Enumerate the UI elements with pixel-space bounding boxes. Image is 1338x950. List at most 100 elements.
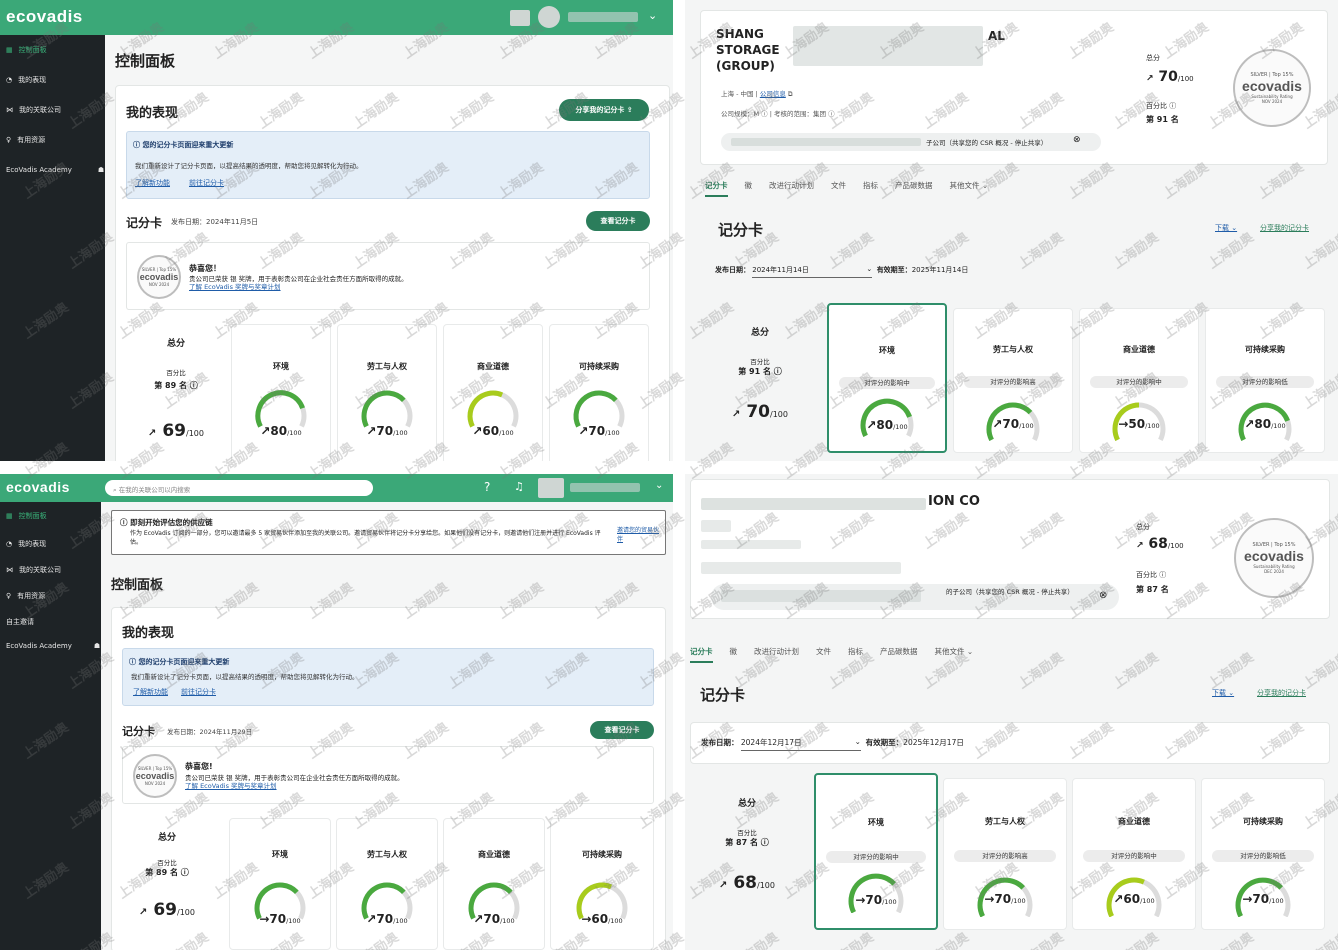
publish-date-select[interactable]: 2024年12月17日 ⌄ — [740, 737, 861, 751]
share-scorecard-button[interactable]: 分享我的记分卡 ⇪ — [559, 99, 649, 121]
user-avatar[interactable] — [538, 478, 564, 498]
tab-documents[interactable]: 文件 — [831, 180, 846, 197]
sidebar-item-performance[interactable]: ◔ 我的表现 — [0, 530, 101, 558]
redacted-meta — [701, 562, 901, 574]
theme-tile-ethics[interactable]: 商业道德 ↗60/100 — [443, 324, 543, 461]
medal-program-link[interactable]: 了解 EcoVadis 奖牌与奖章计划 — [185, 780, 277, 790]
sidebar-item-network[interactable]: ⋈ 我的关联公司 — [0, 558, 101, 582]
theme-title: 环境 — [273, 362, 289, 371]
theme-tile-procurement[interactable]: 可持续采购 对评分的影响低 ↗80/100 — [1205, 308, 1325, 453]
theme-tile-ethics[interactable]: 商业道德 对评分的影响中 ↗60/100 — [1072, 778, 1196, 930]
theme-tile-ethics[interactable]: 商业道德 对评分的影响中 →50/100 — [1079, 308, 1199, 453]
theme-score: 70 — [483, 912, 501, 926]
sidebar-item-label: 有用资源 — [17, 592, 46, 600]
invite-partners-link[interactable]: 邀请您的贸易伙伴 — [617, 525, 659, 543]
close-icon[interactable]: ⊗ — [1073, 135, 1081, 145]
sidebar-item-invite[interactable]: 自主邀请 — [0, 610, 101, 634]
theme-tile-labor[interactable]: 劳工与人权 ↗70/100 — [337, 324, 437, 461]
tab-other[interactable]: 其他文件 ⌄ — [950, 180, 989, 197]
valid-date: 2025年12月17日 — [903, 738, 964, 747]
theme-tile-labor[interactable]: 劳工与人权 对评分的影响高 ↗70/100 — [953, 308, 1073, 453]
denominator: /100 — [186, 429, 204, 438]
company-info-link[interactable]: 公司信息 — [760, 90, 786, 98]
chevron-down-icon[interactable]: ⌄ — [655, 480, 663, 491]
company-name-suffix: ION CO — [928, 494, 980, 509]
theme-tile-labor[interactable]: 劳工与人权 对评分的影响高 →70/100 — [943, 778, 1067, 930]
tab-scorecard[interactable]: 记分卡 — [705, 180, 728, 197]
theme-title: 环境 — [272, 850, 288, 859]
sidebar-item-academy[interactable]: EcoVadis Academy ☗ — [0, 155, 105, 185]
download-link[interactable]: 下载 ⌄ — [1215, 223, 1237, 233]
user-name — [568, 12, 638, 22]
tab-badge[interactable]: 徽 — [730, 646, 738, 663]
tab-action-plan[interactable]: 改进行动计划 — [754, 646, 799, 663]
tab-carbon[interactable]: 产品碳数据 — [880, 646, 918, 663]
scope-value: 集团 — [813, 110, 826, 118]
sidebar-item-network[interactable]: ⋈ 我的关联公司 — [0, 95, 105, 125]
trend-up-icon: ↗ — [578, 424, 589, 438]
download-link[interactable]: 下载 ⌄ — [1212, 688, 1234, 698]
share-scorecard-link[interactable]: 分享我的记分卡 — [1260, 223, 1309, 233]
sidebar-item-resources[interactable]: ♀ 有用资源 — [0, 582, 101, 610]
denominator: /100 — [757, 881, 775, 890]
silver-medal-badge: SILVER | Top 15% ecovadis NOV 2024 — [137, 255, 181, 299]
sidebar-item-label: 自主邀请 — [6, 618, 34, 626]
denominator: /100 — [1145, 422, 1160, 430]
theme-tile-environment[interactable]: 环境 对评分的影响中 ↗80/100 — [827, 303, 947, 453]
user-avatar[interactable] — [538, 6, 560, 28]
help-icon[interactable]: ? — [484, 480, 490, 494]
tab-metrics[interactable]: 指标 — [848, 646, 863, 663]
theme-title: 劳工与人权 — [993, 345, 1033, 354]
score-gauge — [573, 390, 625, 428]
tab-action-plan[interactable]: 改进行动计划 — [769, 180, 814, 197]
avatar[interactable] — [510, 10, 530, 26]
tab-badge[interactable]: 徽 — [745, 180, 753, 197]
search-input[interactable]: ⌕ 在我的关联公司以内搜索 — [105, 480, 373, 496]
view-scorecard-button[interactable]: 查看记分卡 — [586, 211, 650, 231]
theme-tile-environment[interactable]: 环境 ↗80/100 — [231, 324, 331, 461]
share-scorecard-link[interactable]: 分享我的记分卡 — [1257, 688, 1306, 698]
chevron-down-icon[interactable]: ⌄ — [648, 9, 657, 22]
theme-tile-labor[interactable]: 劳工与人权 ↗70/100 — [336, 818, 438, 950]
sidebar-item-dashboard[interactable]: ▦ 控制面板 — [0, 502, 101, 530]
theme-score: 70 — [865, 893, 883, 907]
theme-tile-ethics[interactable]: 商业道德 ↗70/100 — [443, 818, 545, 950]
impact-label: 对评分的影响中 — [1083, 850, 1185, 862]
tab-carbon[interactable]: 产品碳数据 — [895, 180, 933, 197]
go-to-scorecard-link[interactable]: 前往记分卡 — [189, 178, 224, 188]
overall-label: 总分 — [750, 328, 769, 338]
percentile-rank: 第 89 名 ⓘ — [145, 868, 189, 877]
publish-date-select[interactable]: 2024年11月14日 ⌄ — [752, 265, 873, 278]
close-icon[interactable]: ⊗ — [1099, 590, 1107, 601]
learn-new-features-link[interactable]: 了解新功能 — [133, 687, 168, 697]
tab-metrics[interactable]: 指标 — [863, 180, 878, 197]
tab-documents[interactable]: 文件 — [816, 646, 831, 663]
publish-label: 发布日期： — [715, 266, 750, 274]
performance-card: 我的表现 ⓘ 您的记分卡页面迎来重大更新 我们重新设计了记分卡页面，以提高结果的… — [111, 607, 666, 950]
theme-tile-environment[interactable]: 环境 →70/100 — [229, 818, 331, 950]
company-name-suffix: AL — [988, 29, 1005, 43]
theme-tile-procurement[interactable]: 可持续采购 对评分的影响低 →70/100 — [1201, 778, 1325, 930]
tab-scorecard[interactable]: 记分卡 — [690, 646, 713, 663]
go-to-scorecard-link[interactable]: 前往记分卡 — [181, 687, 216, 697]
theme-tile-procurement[interactable]: 可持续采购 ↗70/100 — [549, 324, 649, 461]
company-name-line: (GROUP) — [716, 59, 775, 73]
share-label: 分享我的记分卡 — [575, 106, 625, 114]
company-name: SHANG STORAGE (GROUP) — [716, 26, 780, 74]
learn-new-features-link[interactable]: 了解新功能 — [135, 178, 170, 188]
denominator: /100 — [605, 429, 620, 437]
sidebar-item-performance[interactable]: ◔ 我的表现 — [0, 65, 105, 95]
medal-program-link[interactable]: 了解 EcoVadis 奖牌与奖章计划 — [189, 281, 281, 291]
tab-other[interactable]: 其他文件 ⌄ — [935, 646, 974, 663]
sidebar-item-dashboard[interactable]: ▦ 控制面板 — [0, 35, 105, 65]
top-nav-bar: ecovadis ⌄ — [0, 0, 673, 35]
theme-tile-procurement[interactable]: 可持续采购 →60/100 — [550, 818, 654, 950]
scorecard-title: 记分卡 — [122, 725, 155, 738]
sidebar-item-academy[interactable]: EcoVadis Academy ☗ — [0, 634, 101, 658]
sidebar-item-resources[interactable]: ♀ 有用资源 — [0, 125, 105, 155]
bell-icon[interactable]: ♫ — [514, 480, 524, 493]
theme-tile-environment[interactable]: 环境 对评分的影响中 →70/100 — [814, 773, 938, 930]
overall-label: 总分 — [157, 833, 176, 843]
view-scorecard-button[interactable]: 查看记分卡 — [590, 721, 654, 739]
badge-name: ecovadis — [139, 272, 179, 282]
